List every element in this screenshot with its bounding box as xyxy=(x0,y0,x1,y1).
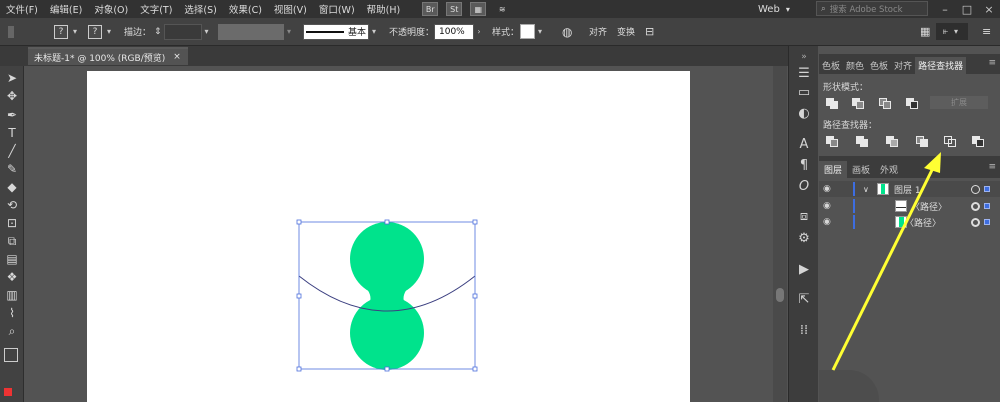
annotation-arrow xyxy=(831,167,935,371)
annotation-arrowhead xyxy=(924,152,941,173)
annotation-overlay xyxy=(831,152,941,371)
